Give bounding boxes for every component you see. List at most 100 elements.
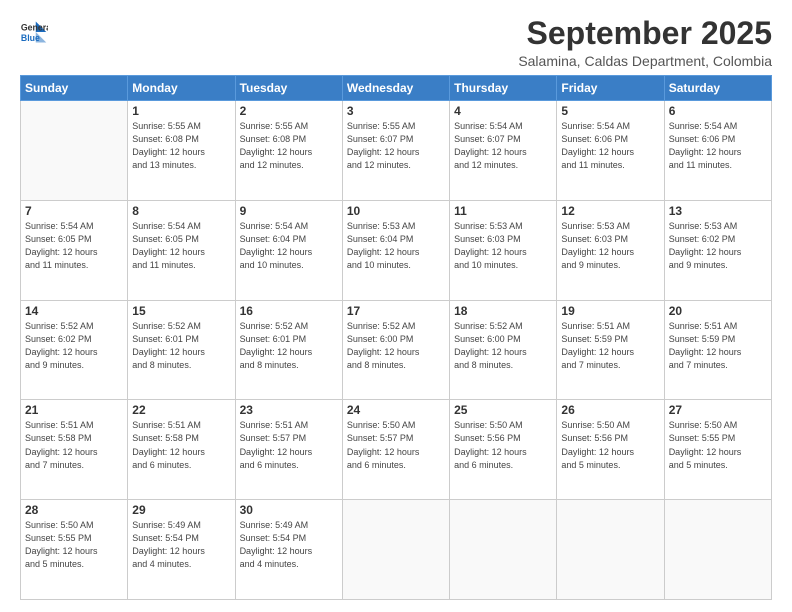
day-number: 29 (132, 503, 230, 517)
day-number: 21 (25, 403, 123, 417)
table-row: 18Sunrise: 5:52 AM Sunset: 6:00 PM Dayli… (450, 300, 557, 400)
day-info: Sunrise: 5:51 AM Sunset: 5:59 PM Dayligh… (561, 320, 659, 372)
table-row: 7 Sunrise: 5:54 AM Sunset: 6:05 PM Daylig… (21, 200, 128, 300)
col-friday: Friday (557, 76, 664, 101)
day-number: 18 (454, 304, 552, 318)
table-row: 1 Sunrise: 5:55 AM Sunset: 6:08 PM Daylig… (128, 101, 235, 201)
table-row (557, 500, 664, 600)
logo-icon: General Blue (20, 18, 48, 46)
table-row: 2 Sunrise: 5:55 AM Sunset: 6:08 PM Daylig… (235, 101, 342, 201)
day-number: 14 (25, 304, 123, 318)
day-info: Sunrise: 5:51 AM Sunset: 5:59 PM Dayligh… (669, 320, 767, 372)
day-number: 9 (240, 204, 338, 218)
col-tuesday: Tuesday (235, 76, 342, 101)
day-number: 23 (240, 403, 338, 417)
day-number: 2 (240, 104, 338, 118)
table-row (664, 500, 771, 600)
table-row: 3Sunrise: 5:55 AM Sunset: 6:07 PM Daylig… (342, 101, 449, 201)
day-info: Sunrise: 5:54 AM Sunset: 6:07 PM Dayligh… (454, 120, 552, 172)
table-row: 17 Sunrise: 5:52 AM Sunset: 6:00 PM Dayli… (342, 300, 449, 400)
day-number: 12 (561, 204, 659, 218)
title-block: September 2025 Salamina, Caldas Departme… (518, 16, 772, 69)
table-row (342, 500, 449, 600)
table-row: 30 Sunrise: 5:49 AM Sunset: 5:54 PM Dayli… (235, 500, 342, 600)
day-number: 17 (347, 304, 445, 318)
table-row: 12 Sunrise: 5:53 AM Sunset: 6:03 PM Dayli… (557, 200, 664, 300)
table-row: 24Sunrise: 5:50 AM Sunset: 5:57 PM Dayli… (342, 400, 449, 500)
table-row: 19 Sunrise: 5:51 AM Sunset: 5:59 PM Dayli… (557, 300, 664, 400)
day-number: 25 (454, 403, 552, 417)
svg-text:General: General (21, 22, 48, 32)
calendar-week-row: 7 Sunrise: 5:54 AM Sunset: 6:05 PM Daylig… (21, 200, 772, 300)
day-info: Sunrise: 5:54 AM Sunset: 6:05 PM Dayligh… (25, 220, 123, 272)
table-row: 23 Sunrise: 5:51 AM Sunset: 5:57 PM Dayli… (235, 400, 342, 500)
subtitle: Salamina, Caldas Department, Colombia (518, 53, 772, 69)
table-row: 11 Sunrise: 5:53 AM Sunset: 6:03 PM Dayli… (450, 200, 557, 300)
table-row: 26Sunrise: 5:50 AM Sunset: 5:56 PM Dayli… (557, 400, 664, 500)
day-info: Sunrise: 5:50 AM Sunset: 5:55 PM Dayligh… (669, 419, 767, 471)
day-number: 5 (561, 104, 659, 118)
day-info: Sunrise: 5:52 AM Sunset: 6:01 PM Dayligh… (132, 320, 230, 372)
day-number: 20 (669, 304, 767, 318)
day-info: Sunrise: 5:54 AM Sunset: 6:06 PM Dayligh… (561, 120, 659, 172)
calendar-week-row: 28 Sunrise: 5:50 AM Sunset: 5:55 PM Dayli… (21, 500, 772, 600)
header: General Blue September 2025 Salamina, Ca… (20, 16, 772, 69)
table-row: 20 Sunrise: 5:51 AM Sunset: 5:59 PM Dayli… (664, 300, 771, 400)
day-number: 4 (454, 104, 552, 118)
day-number: 22 (132, 403, 230, 417)
day-number: 27 (669, 403, 767, 417)
day-number: 26 (561, 403, 659, 417)
table-row: 14Sunrise: 5:52 AM Sunset: 6:02 PM Dayli… (21, 300, 128, 400)
calendar-header-row: Sunday Monday Tuesday Wednesday Thursday… (21, 76, 772, 101)
page: General Blue September 2025 Salamina, Ca… (0, 0, 792, 612)
day-number: 1 (132, 104, 230, 118)
day-info: Sunrise: 5:49 AM Sunset: 5:54 PM Dayligh… (132, 519, 230, 571)
day-info: Sunrise: 5:51 AM Sunset: 5:57 PM Dayligh… (240, 419, 338, 471)
day-number: 16 (240, 304, 338, 318)
col-sunday: Sunday (21, 76, 128, 101)
day-info: Sunrise: 5:54 AM Sunset: 6:04 PM Dayligh… (240, 220, 338, 272)
day-info: Sunrise: 5:54 AM Sunset: 6:05 PM Dayligh… (132, 220, 230, 272)
col-thursday: Thursday (450, 76, 557, 101)
day-number: 7 (25, 204, 123, 218)
day-number: 6 (669, 104, 767, 118)
table-row: 8 Sunrise: 5:54 AM Sunset: 6:05 PM Daylig… (128, 200, 235, 300)
table-row: 22 Sunrise: 5:51 AM Sunset: 5:58 PM Dayli… (128, 400, 235, 500)
day-number: 30 (240, 503, 338, 517)
table-row: 28 Sunrise: 5:50 AM Sunset: 5:55 PM Dayli… (21, 500, 128, 600)
table-row: 5 Sunrise: 5:54 AM Sunset: 6:06 PM Daylig… (557, 101, 664, 201)
day-info: Sunrise: 5:50 AM Sunset: 5:55 PM Dayligh… (25, 519, 123, 571)
day-info: Sunrise: 5:50 AM Sunset: 5:56 PM Dayligh… (454, 419, 552, 471)
day-number: 15 (132, 304, 230, 318)
day-info: Sunrise: 5:55 AM Sunset: 6:08 PM Dayligh… (240, 120, 338, 172)
table-row: 4 Sunrise: 5:54 AM Sunset: 6:07 PM Daylig… (450, 101, 557, 201)
table-row: 21Sunrise: 5:51 AM Sunset: 5:58 PM Dayli… (21, 400, 128, 500)
day-number: 28 (25, 503, 123, 517)
day-info: Sunrise: 5:54 AM Sunset: 6:06 PM Dayligh… (669, 120, 767, 172)
day-info: Sunrise: 5:53 AM Sunset: 6:03 PM Dayligh… (454, 220, 552, 272)
day-number: 19 (561, 304, 659, 318)
day-info: Sunrise: 5:55 AM Sunset: 6:08 PM Dayligh… (132, 120, 230, 172)
day-info: Sunrise: 5:49 AM Sunset: 5:54 PM Dayligh… (240, 519, 338, 571)
day-number: 13 (669, 204, 767, 218)
table-row (21, 101, 128, 201)
col-monday: Monday (128, 76, 235, 101)
logo: General Blue (20, 18, 48, 46)
table-row: 15 Sunrise: 5:52 AM Sunset: 6:01 PM Dayli… (128, 300, 235, 400)
svg-text:Blue: Blue (21, 33, 40, 43)
table-row: 13Sunrise: 5:53 AM Sunset: 6:02 PM Dayli… (664, 200, 771, 300)
day-info: Sunrise: 5:53 AM Sunset: 6:03 PM Dayligh… (561, 220, 659, 272)
calendar-week-row: 21 Sunrise: 5:51 AM Sunset: 5:58 PM Dayli… (21, 400, 772, 500)
table-row (450, 500, 557, 600)
calendar-table: Sunday Monday Tuesday Wednesday Thursday… (20, 75, 772, 600)
day-info: Sunrise: 5:55 AM Sunset: 6:07 PM Dayligh… (347, 120, 445, 172)
day-info: Sunrise: 5:51 AM Sunset: 5:58 PM Dayligh… (132, 419, 230, 471)
day-number: 8 (132, 204, 230, 218)
col-wednesday: Wednesday (342, 76, 449, 101)
day-info: Sunrise: 5:52 AM Sunset: 6:00 PM Dayligh… (347, 320, 445, 372)
day-number: 11 (454, 204, 552, 218)
day-info: Sunrise: 5:52 AM Sunset: 6:01 PM Dayligh… (240, 320, 338, 372)
col-saturday: Saturday (664, 76, 771, 101)
table-row: 6 Sunrise: 5:54 AM Sunset: 6:06 PM Daylig… (664, 101, 771, 201)
day-number: 24 (347, 403, 445, 417)
